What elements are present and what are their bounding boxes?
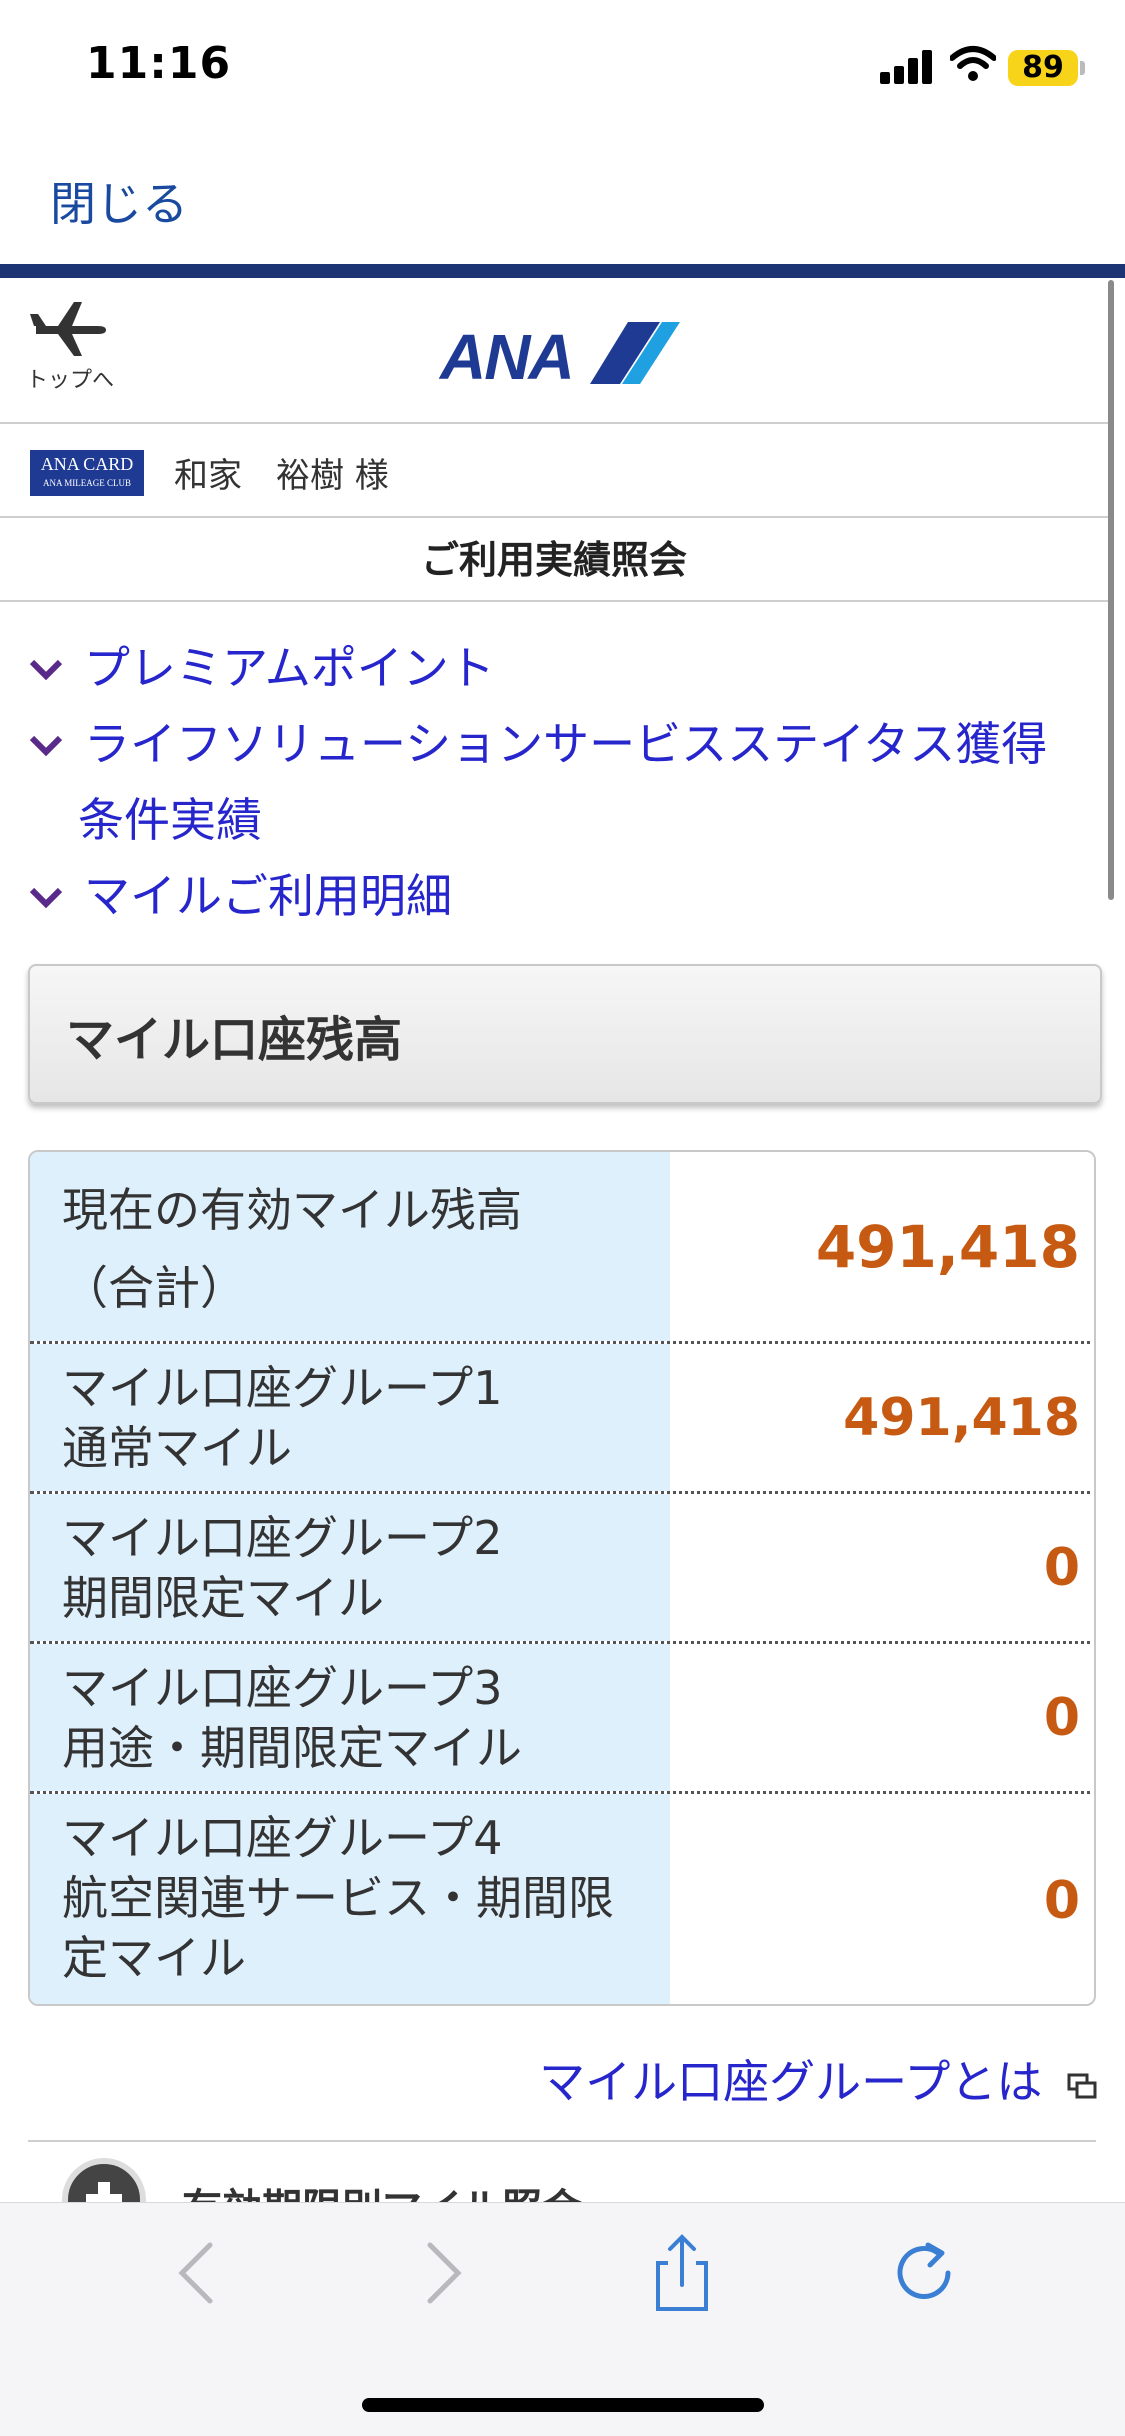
battery-tip: [1080, 61, 1085, 75]
scrollbar[interactable]: [1108, 280, 1114, 900]
chevron-down-icon: [29, 735, 63, 757]
signal-icon: [880, 50, 936, 84]
airplane-icon: [30, 302, 106, 356]
chevron-down-icon: [29, 887, 63, 909]
link-list: プレミアムポイント ライフソリューションサービスステイタス獲得 条件実績 マイル…: [0, 630, 1108, 934]
site-header: トップへ ANA: [0, 278, 1108, 424]
row-value: 0: [1043, 1537, 1080, 1598]
home-indicator[interactable]: [362, 2398, 764, 2412]
card-badge-title: ANA CARD: [40, 454, 134, 474]
mile-group-info-link[interactable]: マイル口座グループとは: [539, 2046, 1097, 2112]
link-premium-points[interactable]: プレミアムポイント: [0, 630, 1108, 706]
row-label-line: 航空関連サービス・期間限: [62, 1871, 614, 1925]
expiry-label: 有効期限別マイル照会: [182, 2176, 582, 2202]
row-label-line: 期間限定マイル: [62, 1571, 384, 1625]
table-row: 現在の有効マイル残高 （合計） 491,418: [30, 1152, 1094, 1344]
link-label-cont: 条件実績: [78, 793, 262, 847]
row-label-line: マイル口座グループ3: [62, 1661, 503, 1715]
back-icon[interactable]: [160, 2233, 240, 2313]
share-icon[interactable]: [642, 2233, 722, 2313]
forward-icon[interactable]: [400, 2233, 480, 2313]
row-label-line: 通常マイル: [62, 1421, 292, 1475]
home-label: トップへ: [26, 368, 115, 393]
link-label: ライフソリューションサービスステイタス獲得: [84, 717, 1048, 771]
row-label-line: 定マイル: [62, 1931, 246, 1985]
page-title: ご利用実績照会: [0, 518, 1108, 602]
row-label: マイル口座グループ3 用途・期間限定マイル: [30, 1644, 670, 1791]
row-label: マイル口座グループ1 通常マイル: [30, 1344, 670, 1491]
row-label-line: マイル口座グループ1: [62, 1361, 503, 1415]
battery-indicator: 89: [1008, 50, 1078, 86]
row-value: 491,418: [843, 1387, 1080, 1448]
row-value: 491,418: [815, 1212, 1080, 1281]
row-label-line: 現在の有効マイル残高: [62, 1183, 522, 1237]
expiry-mile-section[interactable]: 有効期限別マイル照会: [28, 2152, 1096, 2202]
row-label-line: マイル口座グループ4: [62, 1811, 503, 1865]
ana-logo-stripes: [590, 322, 680, 384]
wifi-icon: [950, 46, 996, 81]
plus-circle-icon: [62, 2158, 146, 2202]
table-row: マイル口座グループ3 用途・期間限定マイル 0: [30, 1644, 1094, 1794]
status-time: 11:16: [86, 38, 232, 89]
member-name: 和家 裕樹 様: [174, 456, 389, 496]
card-badge-subtitle: ANA MILEAGE CLUB: [43, 478, 131, 488]
link-mile-usage[interactable]: マイルご利用明細: [0, 858, 1108, 934]
row-label-line: 用途・期間限定マイル: [62, 1721, 522, 1775]
row-value: 0: [1043, 1687, 1080, 1748]
balance-table: 現在の有効マイル残高 （合計） 491,418 マイル口座グループ1 通常マイル…: [28, 1150, 1096, 2006]
status-bar: 11:16 89: [0, 0, 1125, 140]
row-label-line: （合計）: [62, 1261, 246, 1315]
table-row: マイル口座グループ2 期間限定マイル 0: [30, 1494, 1094, 1644]
header-divider: [0, 264, 1125, 278]
link-label: プレミアムポイント: [84, 641, 495, 695]
link-life-solution-status[interactable]: ライフソリューションサービスステイタス獲得 条件実績: [0, 706, 1108, 858]
close-button[interactable]: 閉じる: [50, 168, 188, 234]
table-row: マイル口座グループ4 航空関連サービス・期間限 定マイル 0: [30, 1794, 1094, 2004]
row-value: 0: [1043, 1871, 1080, 1931]
screen: 11:16 89 閉じる トップへ ANA ANA CARD ANA MILEA…: [0, 0, 1125, 2436]
chevron-down-icon: [29, 659, 63, 681]
row-label: マイル口座グループ4 航空関連サービス・期間限 定マイル: [30, 1794, 670, 2004]
group-link-label: マイル口座グループとは: [539, 2055, 1043, 2109]
table-row: マイル口座グループ1 通常マイル 491,418: [30, 1344, 1094, 1494]
row-label: マイル口座グループ2 期間限定マイル: [30, 1494, 670, 1641]
ana-logo-text: ANA: [440, 321, 575, 393]
external-window-icon: [1067, 2073, 1097, 2098]
link-label: マイルご利用明細: [84, 869, 452, 923]
section-divider: [28, 2140, 1096, 2142]
row-label-line: マイル口座グループ2: [62, 1511, 503, 1565]
ana-card-badge: ANA CARD ANA MILEAGE CLUB: [30, 450, 144, 496]
member-row: ANA CARD ANA MILEAGE CLUB 和家 裕樹 様: [0, 424, 1108, 518]
balance-title: マイル口座残高: [66, 1012, 403, 1068]
ana-logo: ANA: [440, 321, 680, 393]
balance-header: マイル口座残高: [28, 964, 1102, 1104]
reload-icon[interactable]: [884, 2233, 964, 2313]
row-label: 現在の有効マイル残高 （合計）: [30, 1152, 670, 1341]
